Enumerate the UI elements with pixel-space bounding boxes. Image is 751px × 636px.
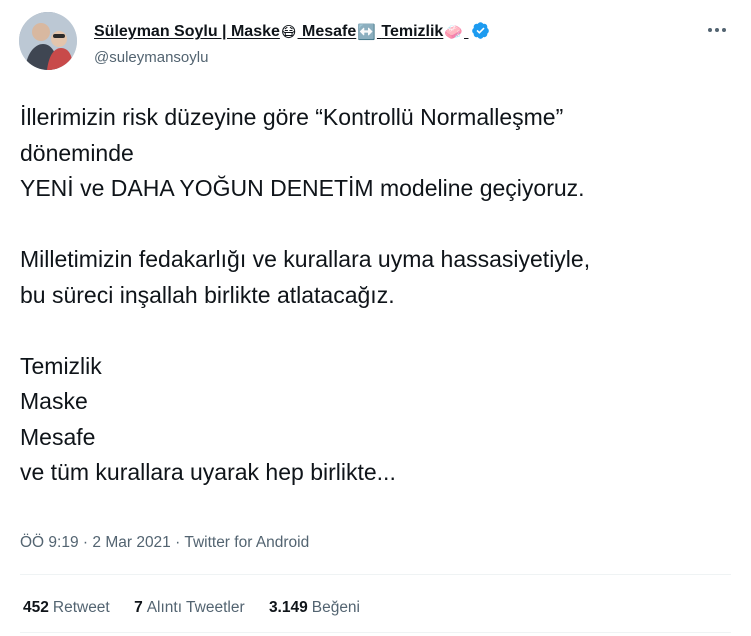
more-options-icon[interactable]	[705, 20, 729, 40]
tweet-line: Milletimizin fedakarlığı ve kurallara uy…	[20, 246, 591, 272]
tweet-stats: 452 Retweet 7 Alıntı Tweetler 3.149 Beğeni	[23, 599, 380, 617]
meta-separator: ·	[82, 534, 89, 551]
likes-count: 3.149	[268, 599, 308, 616]
quotes-count: 7	[134, 599, 143, 616]
likes-label: Beğeni	[311, 599, 360, 616]
tweet-time[interactable]: ÖÖ 9:19	[20, 534, 79, 551]
display-name[interactable]: Süleyman Soylu | Maske😷 Mesafe↔️ Temizli…	[94, 21, 490, 41]
avatar-image	[19, 12, 77, 70]
tweet-line: YENİ ve DAHA YOĞUN DENETİM modeline geçi…	[20, 175, 585, 201]
more-dot	[722, 28, 726, 32]
display-name-part-2: Mesafe	[301, 23, 357, 40]
tweet-source[interactable]: Twitter for Android	[184, 534, 309, 551]
tweet-date[interactable]: 2 Mar 2021	[92, 534, 170, 551]
likes-stat[interactable]: 3.149 Beğeni	[269, 599, 360, 617]
tweet-meta: ÖÖ 9:19 · 2 Mar 2021 · Twitter for Andro…	[20, 534, 309, 552]
divider	[20, 574, 731, 575]
more-dot	[715, 28, 719, 32]
tweet-line: İllerimizin risk düzeyine göre “Kontroll…	[20, 104, 564, 130]
divider	[20, 632, 731, 633]
tweet-card: Süleyman Soylu | Maske😷 Mesafe↔️ Temizli…	[0, 0, 751, 636]
display-name-part-3: Temizlik	[381, 23, 444, 40]
tweet-line: ve tüm kurallara uyarak hep birlikte...	[20, 459, 396, 485]
quotes-stat[interactable]: 7 Alıntı Tweetler	[134, 599, 245, 617]
tweet-line: bu süreci inşallah birlikte atlatacağız.	[20, 281, 395, 308]
user-handle[interactable]: @suleymansoylu	[94, 49, 208, 66]
retweets-label: Retweet	[52, 599, 110, 616]
avatar[interactable]	[19, 12, 77, 70]
tweet-line: döneminde	[20, 139, 134, 166]
display-name-part-1: Süleyman Soylu | Maske	[94, 23, 280, 40]
tweet-text: İllerimizin risk düzeyine göre “Kontroll…	[20, 100, 730, 491]
tweet-line: Mesafe	[20, 423, 96, 450]
left-right-arrow-emoji-icon: ↔️	[357, 24, 376, 41]
more-dot	[708, 28, 712, 32]
tweet-line: Temizlik	[20, 352, 102, 379]
meta-separator: ·	[175, 534, 181, 551]
soap-emoji-icon: 🧼	[444, 24, 464, 41]
quotes-label: Alıntı Tweetler	[146, 599, 245, 616]
verified-badge-icon	[472, 22, 490, 39]
mask-emoji-icon: 😷	[280, 24, 297, 41]
retweets-count: 452	[23, 599, 49, 616]
retweets-stat[interactable]: 452 Retweet	[23, 599, 110, 617]
tweet-line: Maske	[20, 388, 88, 414]
